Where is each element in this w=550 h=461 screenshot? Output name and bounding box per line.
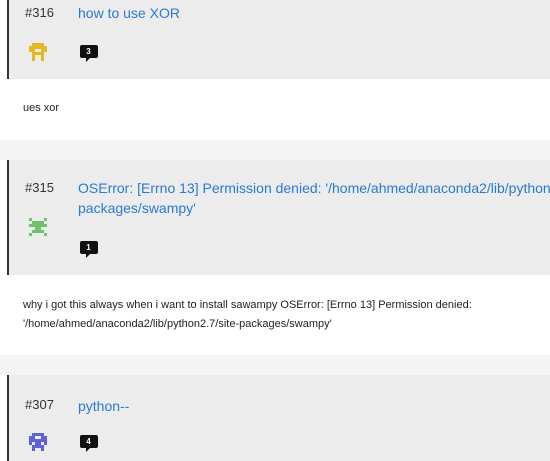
pixel-avatar-green-icon[interactable] — [29, 218, 47, 236]
issue-body-text: ues xor — [23, 102, 60, 114]
issue-card: #315 OSError: [Errno 13] Permission deni… — [7, 160, 550, 275]
comment-count: 1 — [86, 243, 91, 252]
issue-list: #316 how to use XOR 3 ues xor #315 OSErr… — [0, 0, 550, 461]
divider — [0, 355, 550, 375]
comment-count-badge[interactable]: 3 — [79, 44, 99, 64]
issue-number: #315 — [25, 180, 54, 195]
issue-body-text: '/home/ahmed/anaconda2/lib/python2.7/sit… — [23, 318, 332, 330]
comment-count-badge[interactable]: 1 — [79, 240, 99, 260]
pixel-avatar-yellow-icon[interactable] — [29, 43, 47, 61]
issue-title-link[interactable]: python-- — [78, 396, 550, 416]
issue-title-line: packages/swampy' — [78, 200, 196, 216]
comment-count: 3 — [86, 47, 91, 56]
issue-number: #316 — [25, 5, 54, 20]
issue-title-line: OSError: [Errno 13] Permission denied: '… — [78, 180, 550, 196]
comment-count-badge[interactable]: 4 — [79, 434, 99, 454]
issue-body: why i got this always when i want to ins… — [7, 275, 550, 355]
issue-title-link[interactable]: how to use XOR — [78, 3, 550, 23]
pixel-avatar-purple-icon[interactable] — [29, 433, 47, 451]
issue-card: #307 python-- 4 — [7, 375, 550, 461]
issue-title-link[interactable]: OSError: [Errno 13] Permission denied: '… — [78, 178, 550, 218]
issue-number: #307 — [25, 397, 54, 412]
divider — [0, 140, 550, 160]
issue-title-line: python-- — [78, 398, 130, 414]
issue-title-line: how to use XOR — [78, 5, 180, 21]
comment-count: 4 — [86, 437, 91, 446]
issue-card: #316 how to use XOR 3 — [7, 0, 550, 79]
issue-body-text: why i got this always when i want to ins… — [23, 299, 472, 311]
issue-body: ues xor — [7, 79, 550, 140]
